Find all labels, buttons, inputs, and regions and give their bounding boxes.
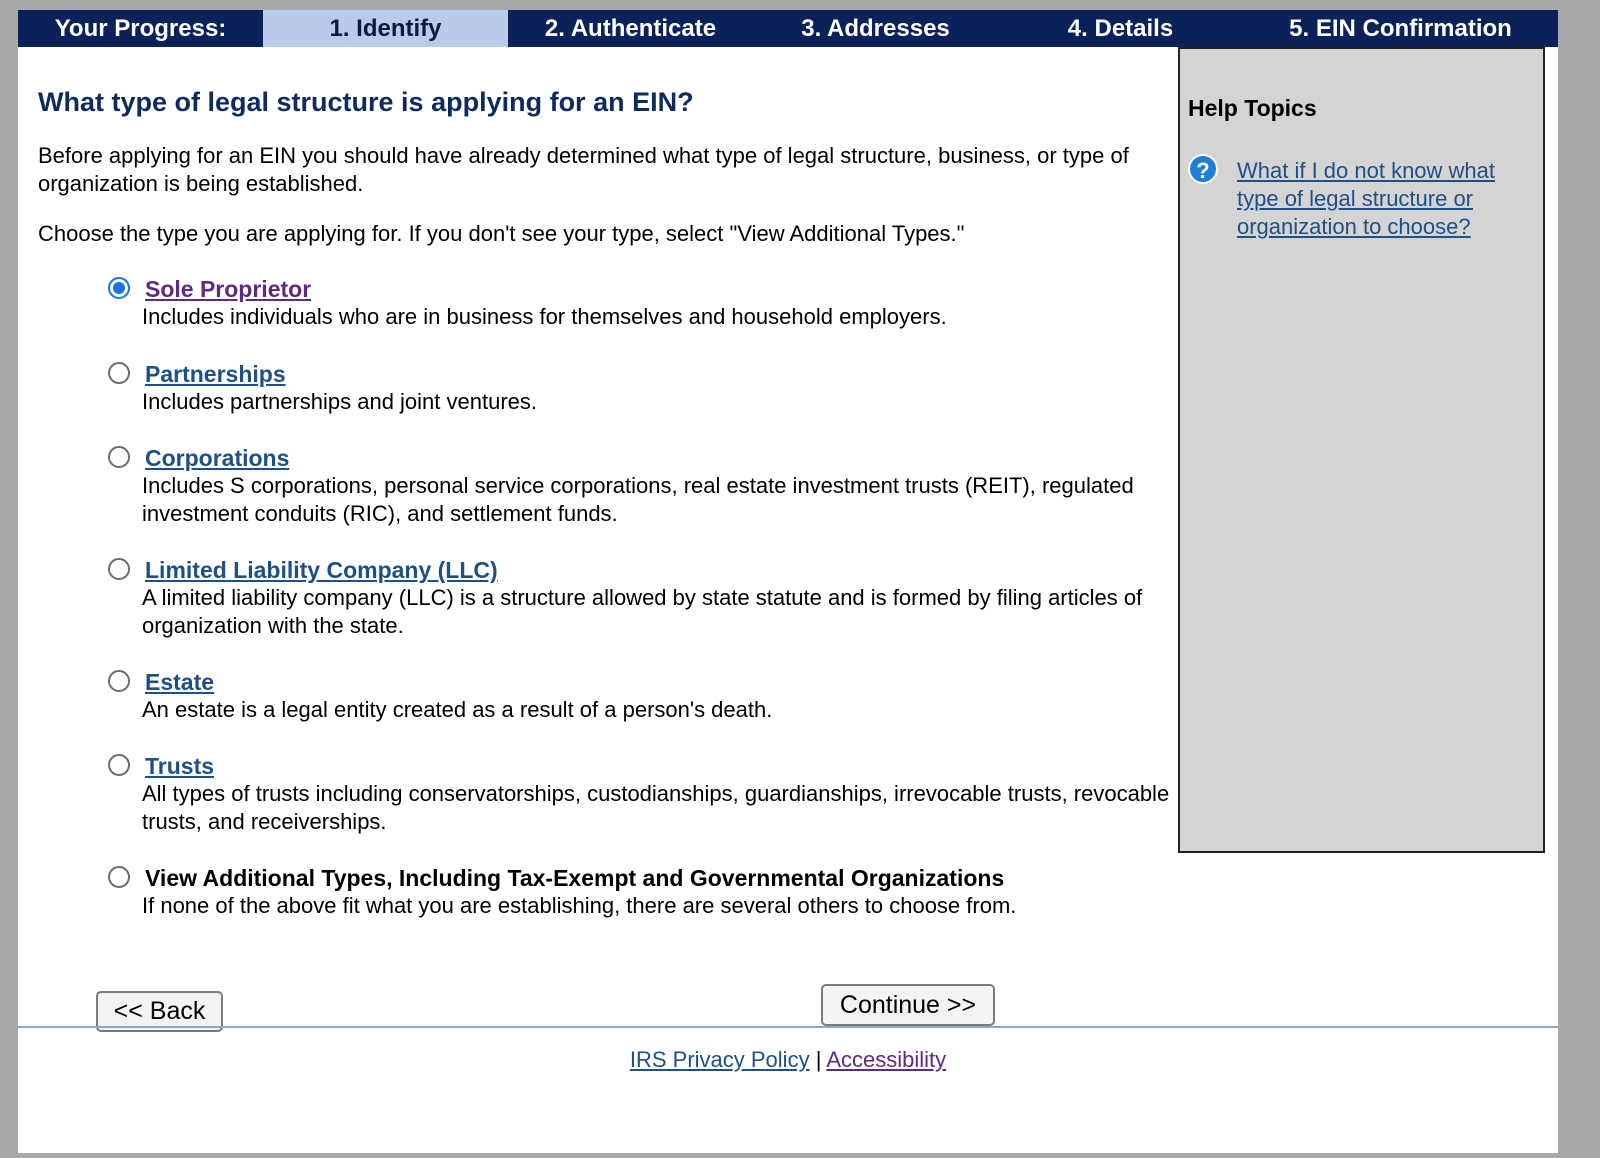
footer-separator: | — [815, 1047, 822, 1072]
option-title-link[interactable]: Partnerships — [145, 360, 286, 388]
option-description: All types of trusts including conservato… — [142, 781, 1170, 834]
page: Your Progress: 1. Identify 2. Authentica… — [18, 10, 1558, 1153]
option-title-link[interactable]: Limited Liability Company (LLC) — [145, 556, 498, 584]
option-description: If none of the above fit what you are es… — [142, 893, 1017, 918]
option-description: Includes individuals who are in business… — [142, 304, 947, 329]
option-estate[interactable]: Estate An estate is a legal entity creat… — [108, 668, 1205, 724]
option-title: View Additional Types, Including Tax-Exe… — [145, 865, 1005, 891]
footer: IRS Privacy Policy | Accessibility — [18, 1047, 1558, 1073]
radio-estate[interactable] — [108, 670, 130, 692]
option-title-link[interactable]: Trusts — [145, 752, 214, 780]
option-description: An estate is a legal entity created as a… — [142, 697, 773, 722]
progress-step-details: 4. Details — [1067, 15, 1174, 42]
accessibility-link[interactable]: Accessibility — [826, 1047, 946, 1072]
radio-trusts[interactable] — [108, 754, 130, 776]
privacy-policy-link[interactable]: IRS Privacy Policy — [630, 1047, 810, 1072]
progress-bar: Your Progress: 1. Identify 2. Authentica… — [18, 10, 1558, 47]
help-topics-panel: Help Topics ? What if I do not know what… — [1178, 47, 1545, 853]
intro-text: Before applying for an EIN you should ha… — [38, 143, 1129, 196]
progress-step-ein-confirmation: 5. EIN Confirmation — [1289, 15, 1512, 42]
option-description: Includes S corporations, personal servic… — [142, 473, 1134, 526]
continue-button[interactable]: Continue >> — [821, 984, 995, 1026]
radio-corporations[interactable] — [108, 446, 130, 468]
option-sole-proprietor[interactable]: Sole Proprietor Includes individuals who… — [108, 275, 1205, 331]
option-llc[interactable]: Limited Liability Company (LLC) A limite… — [108, 556, 1205, 640]
option-partnerships[interactable]: Partnerships Includes partnerships and j… — [108, 360, 1205, 416]
radio-additional-types[interactable] — [108, 866, 130, 888]
option-title-link[interactable]: Sole Proprietor — [145, 275, 311, 303]
help-link-legal-structure[interactable]: What if I do not know what type of legal… — [1237, 157, 1537, 241]
option-description: A limited liability company (LLC) is a s… — [142, 585, 1143, 638]
page-title: What type of legal structure is applying… — [38, 87, 694, 117]
option-additional-types[interactable]: View Additional Types, Including Tax-Exe… — [108, 864, 1205, 920]
option-title-link[interactable]: Corporations — [145, 444, 289, 472]
option-trusts[interactable]: Trusts All types of trusts including con… — [108, 752, 1205, 836]
radio-partnerships[interactable] — [108, 362, 130, 384]
radio-sole-proprietor[interactable] — [108, 277, 130, 299]
instruction-text: Choose the type you are applying for. If… — [38, 221, 965, 246]
question-icon: ? — [1188, 154, 1218, 184]
option-description: Includes partnerships and joint ventures… — [142, 389, 538, 414]
progress-step-identify: 1. Identify — [263, 10, 508, 47]
progress-label: Your Progress: — [54, 15, 227, 42]
footer-divider — [18, 1026, 1558, 1028]
help-topics-title: Help Topics — [1188, 95, 1317, 121]
progress-step-addresses: 3. Addresses — [801, 15, 950, 42]
option-corporations[interactable]: Corporations Includes S corporations, pe… — [108, 444, 1205, 528]
option-title-link[interactable]: Estate — [145, 668, 214, 696]
radio-llc[interactable] — [108, 558, 130, 580]
progress-step-authenticate: 2. Authenticate — [544, 15, 717, 42]
